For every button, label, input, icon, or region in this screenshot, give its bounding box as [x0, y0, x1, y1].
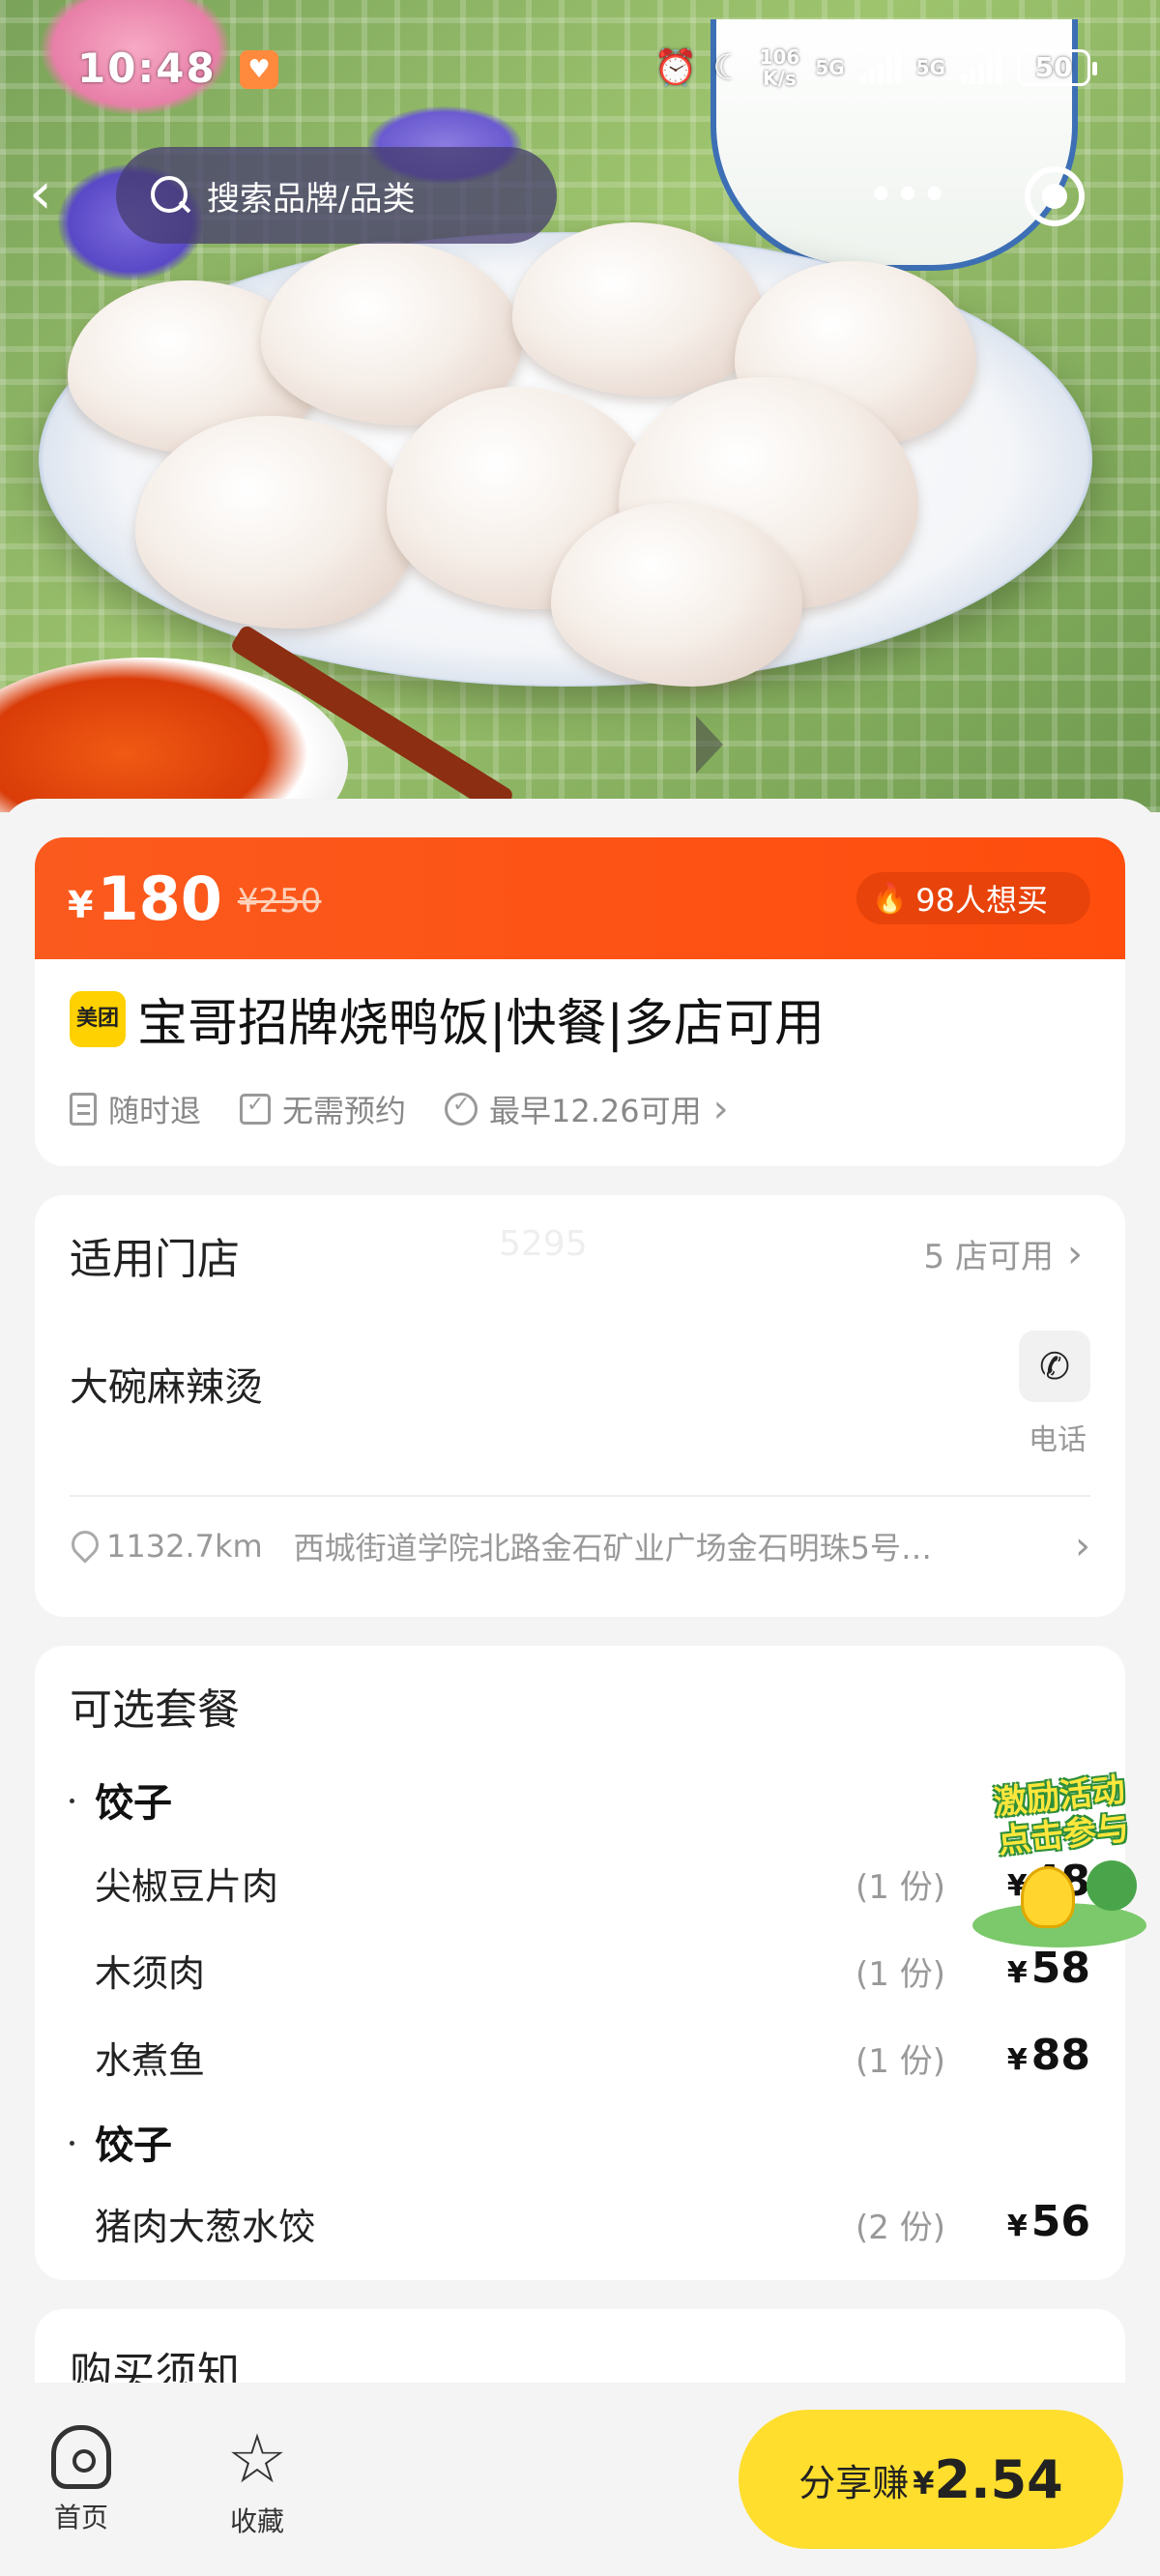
want-count-badge: 🔥 98人想买	[856, 872, 1090, 924]
share-currency: ¥	[913, 2465, 935, 2502]
bottom-action-bar: 首页 ☆ 收藏 分享赚 ¥ 2.54	[0, 2383, 1160, 2576]
address-row[interactable]: 1132.7km 西城街道学院北路金石矿业广场金石明珠5号… ›	[70, 1524, 1090, 1568]
menu-item-qty: (1 份)	[856, 2042, 945, 2081]
check-circle-icon	[445, 1093, 478, 1126]
location-pin-icon	[70, 1529, 97, 1564]
battery-icon: 50	[1017, 49, 1097, 86]
watermark-text: 5295	[499, 1224, 588, 1264]
chevron-right-icon: ›	[712, 1087, 729, 1131]
net-speed-value: 106	[759, 45, 800, 69]
favorite-button[interactable]: ☆ 收藏	[199, 2425, 315, 2539]
search-icon	[149, 174, 191, 217]
favorite-label: 收藏	[229, 2505, 284, 2537]
hero-image[interactable]: 10:48 ♥ ⏰ ☾ 106 K/s 5G 5G 50 ‹ 搜索品牌/品类 •…	[0, 0, 1160, 812]
tag-label: 无需预约	[282, 1093, 407, 1129]
mascot-icon	[1021, 1866, 1075, 1928]
price-bar: ¥ 180 ¥250 🔥 98人想买	[35, 837, 1125, 959]
menu-item-name: 水煮鱼	[95, 2039, 206, 2082]
menu-item: 水煮鱼 (1 份) ¥88	[95, 2031, 1090, 2089]
status-bar: 10:48 ♥ ⏰ ☾ 106 K/s 5G 5G 50	[0, 39, 1160, 101]
share-amount: 2.54	[934, 2448, 1063, 2510]
signal-icon	[859, 51, 901, 84]
home-icon	[51, 2425, 111, 2489]
more-button[interactable]: •••	[860, 159, 957, 232]
price-value: 88	[1030, 2031, 1090, 2080]
deal-content: ¥ 180 ¥250 🔥 98人想买 美团 宝哥招牌烧鸭饭|快餐|多店可用 随时…	[0, 799, 1160, 2503]
promo-floating-badge[interactable]: 激励活动 点击参与	[972, 1771, 1146, 1961]
document-icon	[70, 1093, 97, 1126]
store-card: 适用门店 5295 5 店可用 › 大碗麻辣烫 ✆ 电话 1132.7km 西城…	[35, 1195, 1125, 1617]
menu-item-price: ¥56	[1006, 2197, 1090, 2246]
menu-item-price: ¥88	[1006, 2031, 1090, 2080]
alarm-icon: ⏰	[653, 48, 698, 88]
meituan-logo-icon: 美团	[70, 990, 126, 1047]
menu-card: 可选套餐 饺子 尖椒豆片肉 (1 份) ¥48 木须肉 (1 份) ¥58 水煮…	[35, 1646, 1125, 2280]
menu-item-qty: (2 份)	[856, 2209, 945, 2247]
tree-icon	[1087, 1860, 1137, 1911]
menu-item-name: 木须肉	[95, 1952, 206, 1995]
back-button[interactable]: ‹	[29, 164, 77, 226]
mini-program-close-icon[interactable]	[1025, 166, 1085, 226]
fire-icon: 🔥	[871, 881, 909, 916]
original-price: ¥250	[237, 882, 322, 921]
stores-title: 适用门店	[70, 1235, 240, 1284]
menu-item-qty: (1 份)	[856, 1868, 945, 1907]
tag-label: 随时退	[108, 1093, 202, 1129]
star-icon: ☆	[226, 2419, 288, 2499]
tag-label: 最早12.26可用	[489, 1093, 702, 1129]
deal-tags[interactable]: 随时退 无需预约 最早12.26可用 ›	[70, 1087, 729, 1131]
divider	[70, 1495, 1090, 1497]
menu-item-name: 猪肉大葱水饺	[95, 2206, 316, 2248]
net-speed: 106 K/s	[760, 46, 800, 89]
search-bar[interactable]: 搜索品牌/品类	[116, 147, 557, 244]
menu-item: 尖椒豆片肉 (1 份) ¥48	[95, 1857, 1090, 1915]
status-icons: ⏰ ☾ 106 K/s 5G 5G 50	[653, 46, 1097, 89]
want-count: 98人想买	[915, 882, 1048, 919]
status-time: 10:48	[77, 44, 217, 92]
home-button[interactable]: 首页	[23, 2425, 139, 2535]
phone-icon[interactable]: ✆	[1019, 1331, 1090, 1402]
calendar-check-icon	[240, 1093, 272, 1125]
heart-app-icon: ♥	[240, 50, 278, 89]
store-distance: 1132.7km	[106, 1528, 263, 1565]
menu-item-qty: (1 份)	[856, 1955, 945, 1994]
home-label: 首页	[53, 2502, 108, 2533]
price-value: 56	[1030, 2197, 1090, 2246]
store-address: 西城街道学院北路金石矿业广场金石明珠5号…	[293, 1530, 933, 1566]
menu-title: 可选套餐	[70, 1685, 240, 1735]
share-earn-button[interactable]: 分享赚 ¥ 2.54	[739, 2410, 1123, 2549]
signal-icon	[961, 51, 1001, 84]
price-card: ¥ 180 ¥250 🔥 98人想买 美团 宝哥招牌烧鸭饭|快餐|多店可用 随时…	[35, 837, 1125, 1166]
deal-title-row: 美团 宝哥招牌烧鸭饭|快餐|多店可用	[70, 982, 825, 1055]
bullet-icon	[70, 2141, 74, 2146]
deal-title: 宝哥招牌烧鸭饭|快餐|多店可用	[137, 995, 826, 1053]
current-price: 180	[97, 863, 222, 934]
menu-item: 猪肉大葱水饺 (2 份) ¥56	[95, 2197, 1090, 2255]
menu-item-name: 尖椒豆片肉	[95, 1865, 279, 1908]
menu-group-title: 饺子	[95, 1781, 172, 1826]
search-placeholder: 搜索品牌/品类	[207, 179, 416, 219]
store-count-link[interactable]: 5 店可用 ›	[924, 1230, 1083, 1277]
share-label: 分享赚	[798, 2461, 910, 2504]
chevron-right-icon: ›	[1075, 1524, 1090, 1568]
store-name[interactable]: 大碗麻辣烫	[70, 1356, 263, 1412]
sim1-label: 5G	[815, 56, 845, 79]
menu-item: 木须肉 (1 份) ¥58	[95, 1944, 1090, 2002]
play-hint-icon	[696, 716, 723, 774]
tag-refund: 随时退	[70, 1087, 201, 1131]
promo-text: 激励活动 点击参与	[974, 1769, 1147, 1863]
currency-symbol: ¥	[68, 884, 94, 926]
chevron-right-icon: ›	[1067, 1231, 1083, 1276]
net-speed-unit: K/s	[763, 67, 797, 90]
tag-no-reservation: 无需预约	[240, 1087, 406, 1131]
store-count: 5 店可用	[923, 1238, 1054, 1276]
tag-earliest-date: 最早12.26可用 ›	[445, 1087, 729, 1131]
menu-group-title: 饺子	[95, 2123, 172, 2168]
sim2-label: 5G	[915, 56, 945, 79]
bullet-icon	[70, 1799, 74, 1803]
phone-label[interactable]: 电话	[1029, 1416, 1087, 1458]
moon-icon: ☾	[712, 47, 744, 88]
